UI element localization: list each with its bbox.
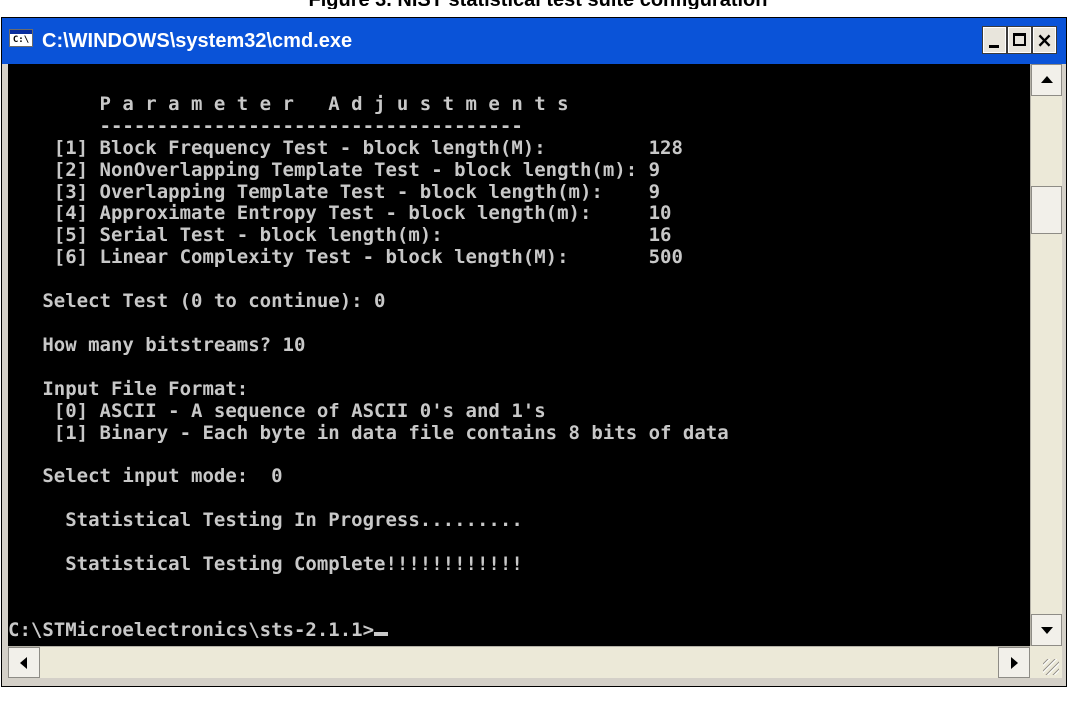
vertical-scroll-thumb[interactable] [1031,186,1062,234]
console-line: Select input mode: 0 [8,465,283,488]
vertical-scrollbar[interactable] [1030,64,1062,646]
console-line: How many bitstreams? 10 [8,333,306,356]
arrow-up-icon [1041,76,1053,83]
title-bar[interactable]: C:\ C:\WINDOWS\system32\cmd.exe × [2,18,1066,64]
console-line: Statistical Testing In Progress......... [8,509,523,532]
console-line: [1] Binary - Each byte in data file cont… [8,421,729,444]
console-line: ------------------------------------- [8,114,523,137]
console-line: [0] ASCII - A sequence of ASCII 0's and … [8,399,546,422]
console-line: [1] Block Frequency Test - block length(… [8,136,683,159]
console-line: Select Test (0 to continue): 0 [8,290,386,313]
console-line: [3] Overlapping Template Test - block le… [8,180,661,203]
console-line: [2] NonOverlapping Template Test - block… [8,158,661,181]
window-title: C:\WINDOWS\system32\cmd.exe [42,30,353,52]
command-prompt: C:\STMicroelectronics\sts-2.1.1> [8,618,375,641]
console-line: Input File Format: [8,377,249,400]
arrow-right-icon [1011,657,1018,669]
minimize-button[interactable] [982,26,1007,54]
close-button[interactable]: × [1032,26,1057,54]
text-cursor [374,631,389,636]
scroll-left-button[interactable] [8,647,40,678]
console-line: Statistical Testing Complete!!!!!!!!!!!! [8,552,523,575]
cmd-app-icon[interactable]: C:\ [9,29,33,47]
minimize-icon [989,45,999,48]
console-line: P a r a m e t e r A d j u s t m e n t s [8,92,569,115]
horizontal-scrollbar[interactable] [8,646,1030,678]
cmd-app-icon-label: C:\ [12,35,30,45]
console-line: [5] Serial Test - block length(m): 16 [8,224,672,247]
console-line: [4] Approximate Entropy Test - block len… [8,202,672,225]
maximize-button[interactable] [1007,26,1032,54]
console-line: [6] Linear Complexity Test - block lengt… [8,246,683,269]
arrow-left-icon [20,657,27,669]
arrow-down-icon [1041,627,1053,634]
scroll-right-button[interactable] [998,647,1030,678]
page-caption: Figure 3. NIST statistical test suite co… [0,0,1076,9]
maximize-icon [1013,33,1026,46]
console-output[interactable]: P a r a m e t e r A d j u s t m e n t s … [8,64,1030,646]
close-icon: × [1036,28,1053,52]
scroll-up-button[interactable] [1031,64,1062,96]
scroll-down-button[interactable] [1031,614,1062,646]
console-text: P a r a m e t e r A d j u s t m e n t s … [8,64,1030,642]
cmd-window: C:\ C:\WINDOWS\system32\cmd.exe × P a r … [1,17,1067,687]
resize-grip-icon[interactable] [1030,646,1062,678]
